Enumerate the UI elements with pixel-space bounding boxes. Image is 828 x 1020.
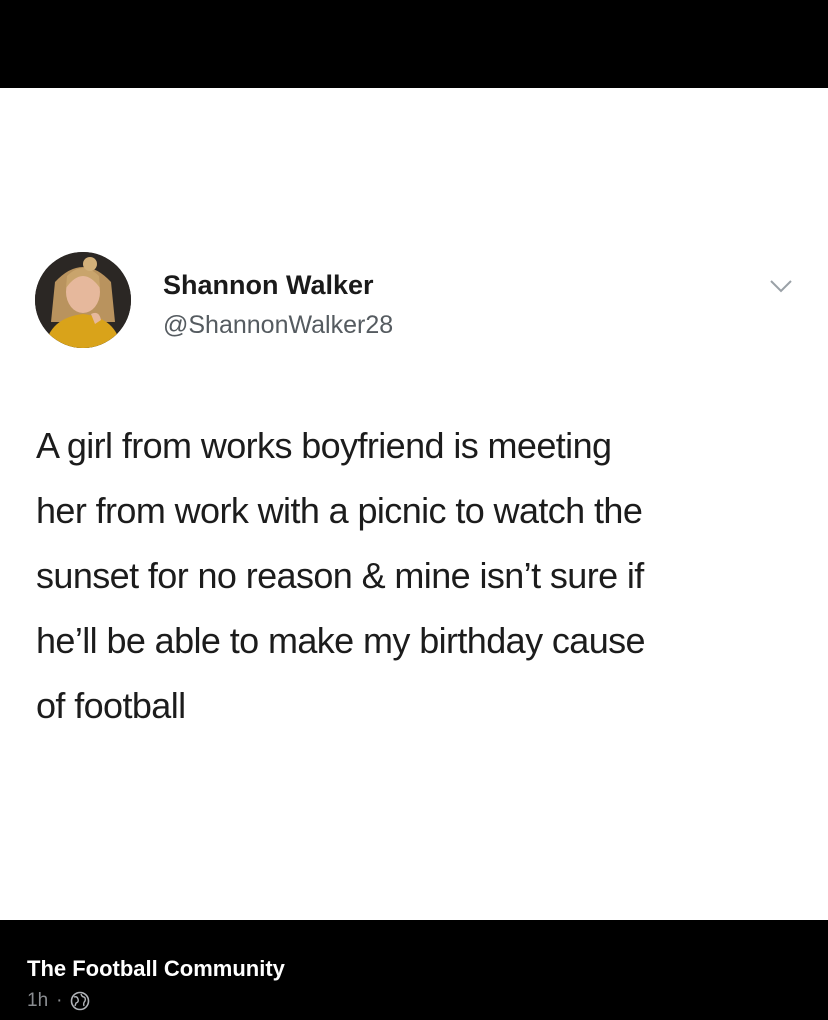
globe-icon[interactable] [70, 991, 90, 1011]
top-bar [0, 0, 828, 88]
page-name-link[interactable]: The Football Community [27, 956, 285, 982]
tweet-screenshot-image[interactable]: Shannon Walker @ShannonWalker28 A girl f… [0, 88, 828, 920]
display-name[interactable]: Shannon Walker [163, 270, 374, 301]
avatar[interactable] [35, 252, 131, 348]
meta-separator: · [56, 990, 63, 1011]
post-meta: 1h · [27, 990, 90, 1012]
post-footer: The Football Community 1h · [0, 920, 828, 1020]
chevron-down-icon[interactable] [768, 278, 794, 294]
tweet-text: A girl from works boyfriend is meeting h… [36, 425, 646, 726]
user-handle[interactable]: @ShannonWalker28 [163, 311, 393, 340]
post-timestamp[interactable]: 1h [27, 990, 48, 1012]
avatar-image [35, 252, 131, 348]
